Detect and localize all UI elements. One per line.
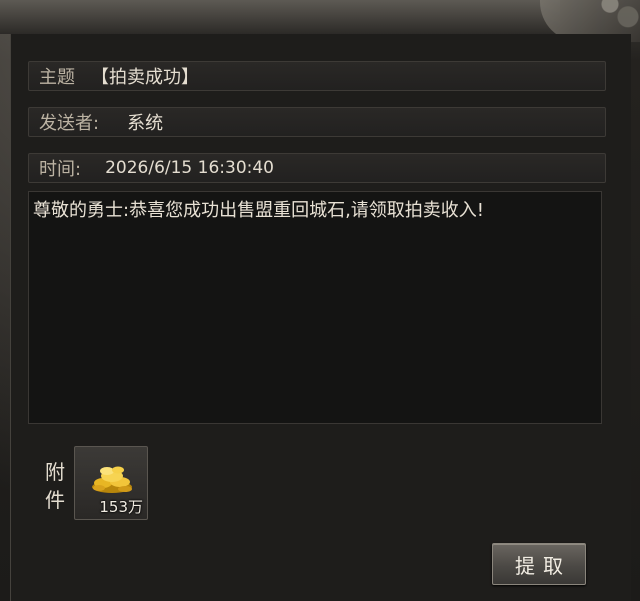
sender-label: 发送者: [39,113,100,134]
window-top-border [0,0,560,34]
mail-body: 尊敬的勇士:恭喜您成功出售盟重回城石,请领取拍卖收入! [28,191,602,424]
subject-row: 主题 【拍卖成功】 [28,61,606,91]
time-label: 时间: [39,159,82,180]
mail-body-text: 尊敬的勇士:恭喜您成功出售盟重回城石,请领取拍卖收入! [33,200,484,221]
sender-value: 系统 [127,113,164,134]
mail-window: 主题 【拍卖成功】 发送者: 系统 时间: 2026/6/15 16:30:40… [0,0,640,601]
subject-value: 【拍卖成功】 [91,67,199,88]
time-row: 时间: 2026/6/15 16:30:40 [28,153,606,183]
attachment-quantity: 153万 [99,498,143,516]
attachment-slot[interactable]: 153万 [74,446,148,520]
subject-label: 主题 [39,67,75,88]
gold-coins-icon [92,466,132,493]
sender-row: 发送者: 系统 [28,107,606,137]
claim-button[interactable]: 提取 [492,543,586,585]
attachment-label: 附件 [45,460,65,512]
time-value: 2026/6/15 16:30:40 [105,158,274,178]
